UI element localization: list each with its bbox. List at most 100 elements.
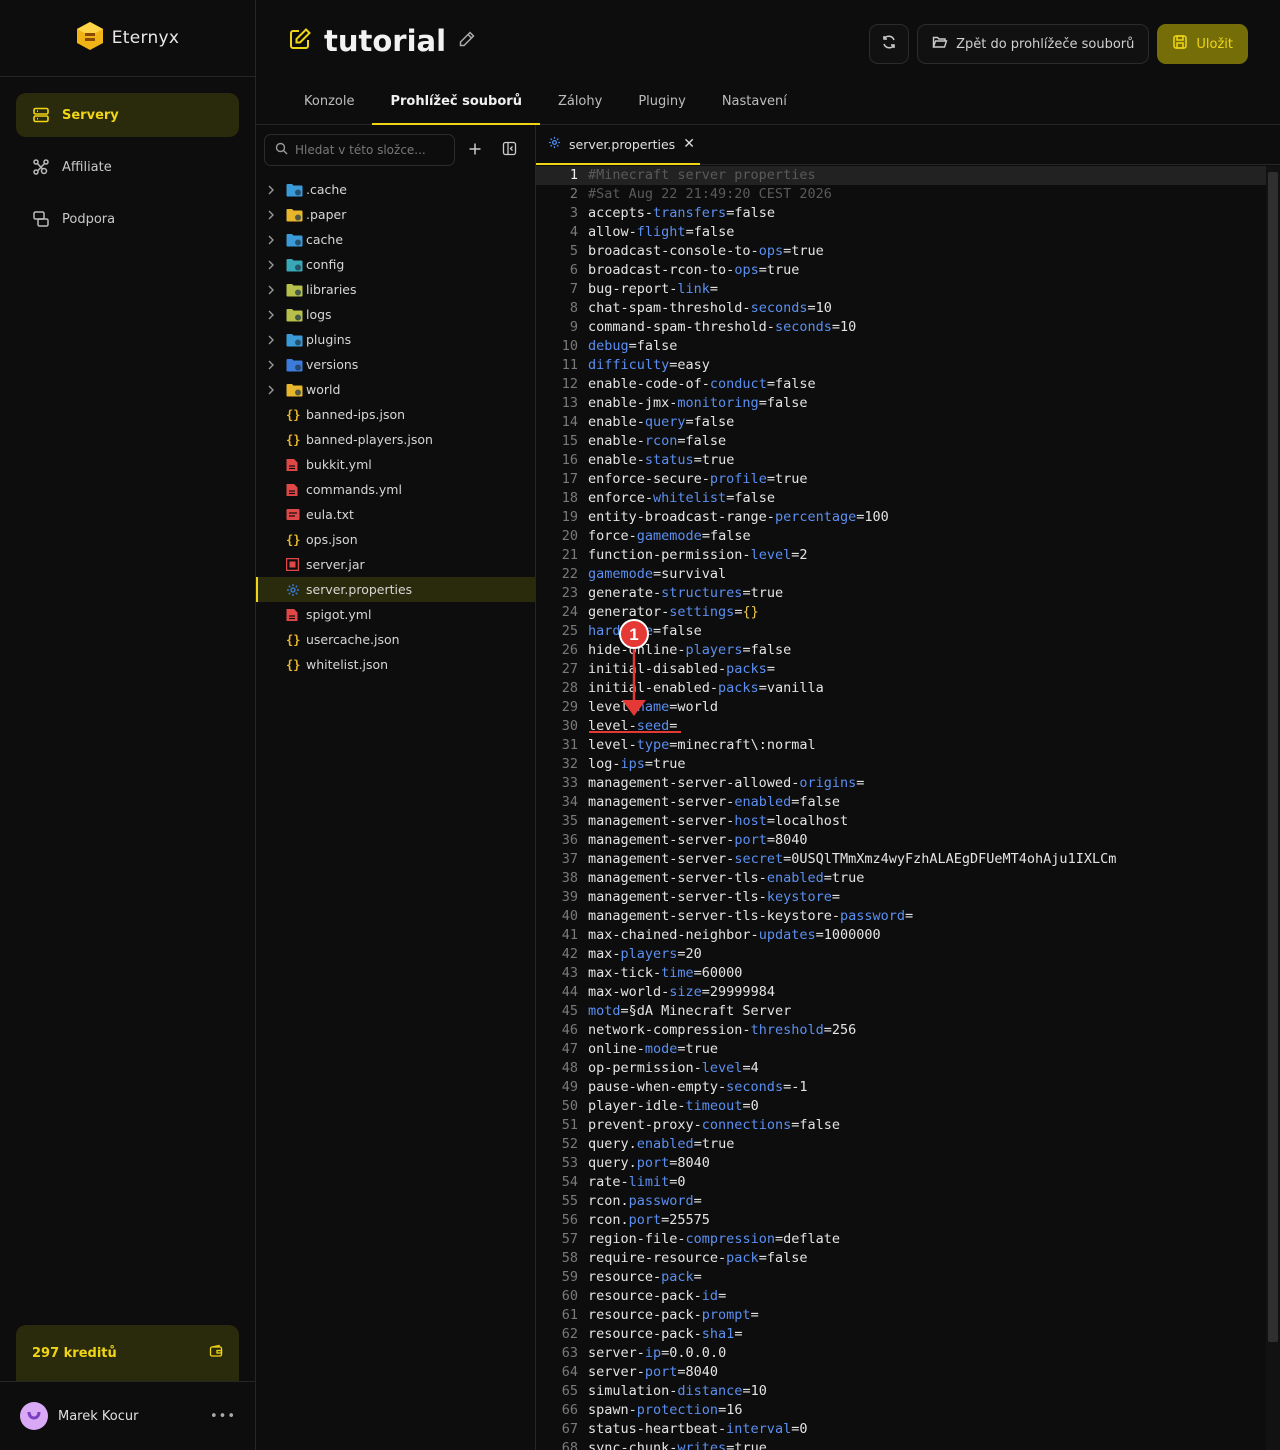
code-line[interactable]: 66 spawn-protection=16 (536, 1401, 1266, 1420)
tab-konzole[interactable]: Konzole (286, 80, 372, 125)
file-row[interactable]: {} usercache.json (256, 627, 535, 652)
file-row[interactable]: {} whitelist.json (256, 652, 535, 677)
code-line[interactable]: 63 server-ip=0.0.0.0 (536, 1344, 1266, 1363)
code-line[interactable]: 13 enable-jmx-monitoring=false (536, 394, 1266, 413)
new-file-button[interactable] (461, 136, 489, 164)
editor-scrollbar[interactable] (1266, 166, 1280, 1450)
code-line[interactable]: 6 broadcast-rcon-to-ops=true (536, 261, 1266, 280)
file-row[interactable]: .cache (256, 177, 535, 202)
code-line[interactable]: 56 rcon.port=25575 (536, 1211, 1266, 1230)
search-input[interactable]: Hledat v této složce... (264, 134, 455, 166)
code-line[interactable]: 54 rate-limit=0 (536, 1173, 1266, 1192)
code-area[interactable]: 1 #Minecraft server properties 2 #Sat Aug 2… (536, 166, 1266, 1450)
code-line[interactable]: 15 enable-rcon=false (536, 432, 1266, 451)
code-line[interactable]: 55 rcon.password= (536, 1192, 1266, 1211)
code-line[interactable]: 9 command-spam-threshold-seconds=10 (536, 318, 1266, 337)
code-line[interactable]: 35 management-server-host=localhost (536, 812, 1266, 831)
code-line[interactable]: 19 entity-broadcast-range-percentage=100 (536, 508, 1266, 527)
code-line[interactable]: 62 resource-pack-sha1= (536, 1325, 1266, 1344)
code-line[interactable]: 14 enable-query=false (536, 413, 1266, 432)
code-line[interactable]: 10 debug=false (536, 337, 1266, 356)
chevron-right-icon[interactable] (256, 385, 286, 395)
editor-tab-server-properties[interactable]: server.properties ✕ (536, 125, 700, 165)
code-line[interactable]: 53 query.port=8040 (536, 1154, 1266, 1173)
code-line[interactable]: 27 initial-disabled-packs= (536, 660, 1266, 679)
file-row[interactable]: config (256, 252, 535, 277)
code-line[interactable]: 38 management-server-tls-enabled=true (536, 869, 1266, 888)
file-row[interactable]: .paper (256, 202, 535, 227)
wallet-icon[interactable] (209, 1344, 223, 1362)
more-options-icon[interactable]: ••• (210, 1409, 236, 1424)
user-panel[interactable]: Marek Kocur ••• (0, 1381, 256, 1450)
code-line[interactable]: 28 initial-enabled-packs=vanilla (536, 679, 1266, 698)
code-line[interactable]: 29 level-name=world (536, 698, 1266, 717)
chevron-right-icon[interactable] (256, 335, 286, 345)
code-line[interactable]: 11 difficulty=easy (536, 356, 1266, 375)
code-line[interactable]: 7 bug-report-link= (536, 280, 1266, 299)
code-line[interactable]: 68 sync-chunk-writes=true (536, 1439, 1266, 1450)
code-line[interactable]: 44 max-world-size=29999984 (536, 983, 1266, 1002)
code-line[interactable]: 48 op-permission-level=4 (536, 1059, 1266, 1078)
tab-pluginy[interactable]: Pluginy (620, 80, 704, 125)
code-line[interactable]: 34 management-server-enabled=false (536, 793, 1266, 812)
code-line[interactable]: 49 pause-when-empty-seconds=-1 (536, 1078, 1266, 1097)
code-line[interactable]: 3 accepts-transfers=false (536, 204, 1266, 223)
code-line[interactable]: 41 max-chained-neighbor-updates=1000000 (536, 926, 1266, 945)
file-row[interactable]: cache (256, 227, 535, 252)
code-line[interactable]: 23 generate-structures=true (536, 584, 1266, 603)
save-button[interactable]: Uložit (1157, 24, 1248, 64)
file-row[interactable]: libraries (256, 277, 535, 302)
file-row[interactable]: commands.yml (256, 477, 535, 502)
code-line[interactable]: 32 log-ips=true (536, 755, 1266, 774)
tab-zalohy[interactable]: Zálohy (540, 80, 620, 125)
brand[interactable]: Eternyx (0, 0, 255, 77)
back-to-browser-button[interactable]: Zpět do prohlížeče souborů (917, 24, 1150, 64)
code-line[interactable]: 21 function-permission-level=2 (536, 546, 1266, 565)
file-row[interactable]: world (256, 377, 535, 402)
code-line[interactable]: 17 enforce-secure-profile=true (536, 470, 1266, 489)
file-row[interactable]: spigot.yml (256, 602, 535, 627)
toggle-panel-button[interactable] (495, 136, 523, 164)
file-row[interactable]: versions (256, 352, 535, 377)
credits-card[interactable]: 297 kreditů (16, 1325, 239, 1381)
file-row[interactable]: {} banned-players.json (256, 427, 535, 452)
code-line[interactable]: 60 resource-pack-id= (536, 1287, 1266, 1306)
code-line[interactable]: 43 max-tick-time=60000 (536, 964, 1266, 983)
code-line[interactable]: 1 #Minecraft server properties (536, 166, 1266, 185)
pencil-icon[interactable] (458, 30, 476, 52)
nav-item-servery[interactable]: Servery (16, 93, 239, 137)
tab-file-browser[interactable]: Prohlížeč souborů (372, 80, 540, 125)
code-line[interactable]: 45 motd=§dA Minecraft Server (536, 1002, 1266, 1021)
chevron-right-icon[interactable] (256, 185, 286, 195)
file-row[interactable]: bukkit.yml (256, 452, 535, 477)
file-row[interactable]: {} banned-ips.json (256, 402, 535, 427)
tab-nastaveni[interactable]: Nastavení (704, 80, 805, 125)
code-line[interactable]: 30 level-seed= (536, 717, 1266, 736)
chevron-right-icon[interactable] (256, 285, 286, 295)
code-line[interactable]: 58 require-resource-pack=false (536, 1249, 1266, 1268)
chevron-right-icon[interactable] (256, 310, 286, 320)
file-row[interactable]: server.properties (256, 577, 535, 602)
code-line[interactable]: 47 online-mode=true (536, 1040, 1266, 1059)
scrollbar-thumb[interactable] (1268, 172, 1278, 1342)
code-line[interactable]: 8 chat-spam-threshold-seconds=10 (536, 299, 1266, 318)
file-row[interactable]: {} ops.json (256, 527, 535, 552)
close-icon[interactable]: ✕ (683, 136, 695, 152)
code-line[interactable]: 42 max-players=20 (536, 945, 1266, 964)
code-line[interactable]: 22 gamemode=survival (536, 565, 1266, 584)
code-line[interactable]: 33 management-server-allowed-origins= (536, 774, 1266, 793)
code-line[interactable]: 26 hide-online-players=false (536, 641, 1266, 660)
code-line[interactable]: 59 resource-pack= (536, 1268, 1266, 1287)
code-line[interactable]: 12 enable-code-of-conduct=false (536, 375, 1266, 394)
code-line[interactable]: 4 allow-flight=false (536, 223, 1266, 242)
nav-item-podpora[interactable]: Podpora (16, 197, 239, 241)
code-line[interactable]: 50 player-idle-timeout=0 (536, 1097, 1266, 1116)
code-line[interactable]: 18 enforce-whitelist=false (536, 489, 1266, 508)
code-line[interactable]: 16 enable-status=true (536, 451, 1266, 470)
code-line[interactable]: 5 broadcast-console-to-ops=true (536, 242, 1266, 261)
code-line[interactable]: 51 prevent-proxy-connections=false (536, 1116, 1266, 1135)
code-line[interactable]: 52 query.enabled=true (536, 1135, 1266, 1154)
code-line[interactable]: 65 simulation-distance=10 (536, 1382, 1266, 1401)
code-line[interactable]: 2 #Sat Aug 22 21:49:20 CEST 2026 (536, 185, 1266, 204)
code-line[interactable]: 46 network-compression-threshold=256 (536, 1021, 1266, 1040)
